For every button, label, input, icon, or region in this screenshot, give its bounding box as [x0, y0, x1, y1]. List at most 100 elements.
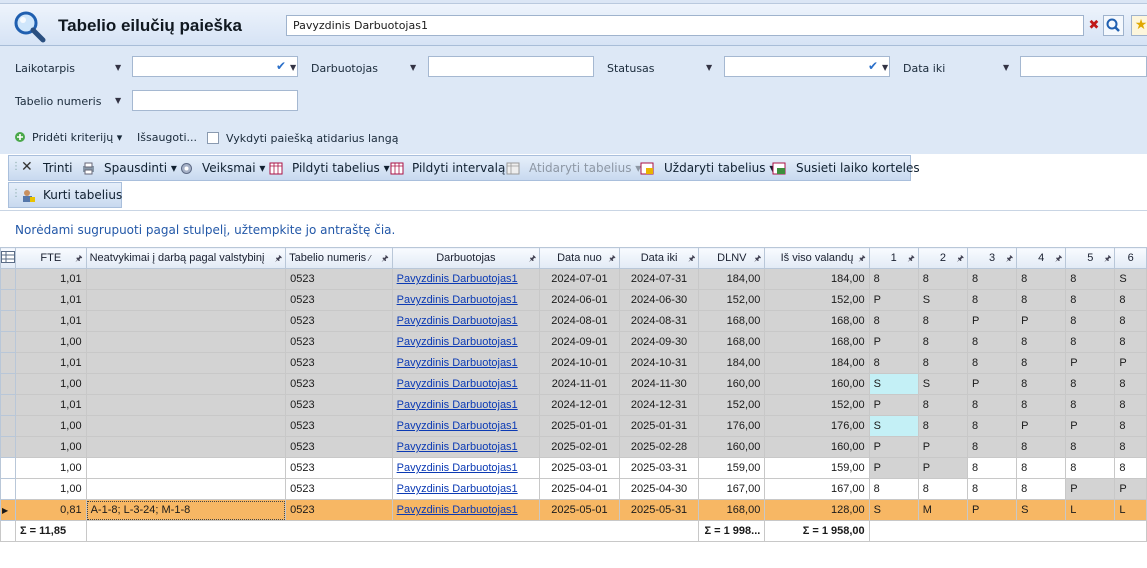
cell-employee[interactable]: Pavyzdinis Darbuotojas1 — [391, 457, 541, 479]
pin-icon[interactable]: 🖈 — [381, 253, 388, 267]
cell-day[interactable]: 8 — [1016, 436, 1067, 458]
link-time-cards-button[interactable]: Susieti laiko korteles — [796, 161, 920, 175]
date-to-input[interactable] — [1020, 56, 1147, 77]
cell-day[interactable]: 8 — [1065, 331, 1116, 353]
cell-day[interactable]: M — [917, 499, 968, 521]
create-timesheets-button[interactable]: Kurti tabelius — [43, 188, 122, 202]
group-by-panel[interactable]: Norėdami sugrupuoti pagal stulpelį, užte… — [0, 210, 1147, 247]
cell-day[interactable]: P — [1065, 415, 1116, 437]
cell-fte[interactable]: 1,00 — [15, 331, 87, 353]
cell-date-to[interactable]: 2025-01-31 — [618, 415, 700, 437]
status-input[interactable] — [724, 56, 890, 77]
cell-timesheet-number[interactable]: 0523 — [285, 499, 393, 521]
cell-employee[interactable]: Pavyzdinis Darbuotojas1 — [391, 331, 541, 353]
pin-icon[interactable]: 🖈 — [754, 253, 761, 267]
cell-date-from[interactable]: 2024-07-01 — [539, 268, 620, 290]
table-row[interactable]: 1,00 0523 Pavyzdinis Darbuotojas1 2025-0… — [0, 415, 1147, 437]
cell-day[interactable]: S — [1016, 499, 1067, 521]
cell-dlnv[interactable]: 176,00 — [698, 415, 766, 437]
cell-day[interactable]: 8 — [1114, 415, 1147, 437]
cell-day[interactable]: 8 — [917, 352, 968, 374]
cell-day[interactable]: 8 — [917, 415, 968, 437]
cell-day[interactable]: S — [1114, 268, 1147, 290]
cell-dlnv[interactable]: 152,00 — [698, 289, 766, 311]
cell-day[interactable]: 8 — [1065, 289, 1116, 311]
cell-date-to[interactable]: 2025-05-31 — [618, 499, 700, 521]
cell-day[interactable]: 8 — [966, 478, 1018, 500]
fill-interval-button[interactable]: Pildyti intervalą — [412, 161, 505, 175]
cell-timesheet-number[interactable]: 0523 — [285, 289, 393, 311]
cell-day[interactable]: S — [917, 373, 968, 395]
table-row[interactable]: 1,00 0523 Pavyzdinis Darbuotojas1 2024-0… — [0, 331, 1147, 353]
column-header-day-3[interactable]: 3 🖈 — [966, 247, 1018, 269]
cell-employee[interactable]: Pavyzdinis Darbuotojas1 — [391, 436, 541, 458]
cell-day[interactable]: P — [868, 331, 919, 353]
cell-total-hours[interactable]: 184,00 — [764, 268, 870, 290]
cell-fte[interactable]: 0,81 — [15, 499, 87, 521]
row-selector[interactable] — [0, 478, 16, 500]
cell-day[interactable]: P — [1114, 478, 1147, 500]
cell-day[interactable]: 8 — [1065, 436, 1116, 458]
cell-dlnv[interactable]: 152,00 — [698, 394, 766, 416]
cell-day[interactable]: 8 — [1065, 268, 1116, 290]
cell-absences[interactable] — [85, 478, 287, 500]
cell-day[interactable]: 8 — [1065, 310, 1116, 332]
cell-timesheet-number[interactable]: 0523 — [285, 415, 393, 437]
cell-day[interactable]: L — [1114, 499, 1147, 521]
cell-fte[interactable]: 1,01 — [15, 352, 87, 374]
pin-icon[interactable]: 🖈 — [608, 253, 615, 267]
cell-day[interactable]: 8 — [1016, 457, 1067, 479]
column-header-day-2[interactable]: 2 🖈 — [917, 247, 968, 269]
cell-absences[interactable] — [85, 457, 287, 479]
cell-dlnv[interactable]: 160,00 — [698, 436, 766, 458]
cell-day[interactable]: 8 — [868, 268, 919, 290]
cell-dlnv[interactable]: 168,00 — [698, 331, 766, 353]
table-row[interactable]: 1,01 0523 Pavyzdinis Darbuotojas1 2024-1… — [0, 352, 1147, 374]
row-selector[interactable] — [0, 289, 16, 311]
cell-date-from[interactable]: 2024-11-01 — [539, 373, 620, 395]
cell-total-hours[interactable]: 184,00 — [764, 352, 870, 374]
cell-day[interactable]: 8 — [1114, 310, 1147, 332]
cell-day[interactable]: 8 — [1114, 436, 1147, 458]
column-header-absences[interactable]: Neatvykimai į darbą pagal valstybinį 🖈 — [85, 247, 287, 269]
pin-icon[interactable]: 🖈 — [1055, 253, 1062, 267]
cell-total-hours[interactable]: 152,00 — [764, 289, 870, 311]
employee-link[interactable]: Pavyzdinis Darbuotojas1 — [397, 441, 518, 453]
cell-absences[interactable] — [85, 331, 287, 353]
table-row[interactable]: 1,00 0523 Pavyzdinis Darbuotojas1 2025-0… — [0, 436, 1147, 458]
pin-icon[interactable]: 🖈 — [688, 253, 695, 267]
cell-fte[interactable]: 1,00 — [15, 415, 87, 437]
employee-link[interactable]: Pavyzdinis Darbuotojas1 — [397, 294, 518, 306]
cell-day[interactable]: P — [917, 457, 968, 479]
cell-day[interactable]: S — [917, 289, 968, 311]
cell-dlnv[interactable]: 168,00 — [698, 310, 766, 332]
cell-day[interactable]: 8 — [1016, 373, 1067, 395]
cell-day[interactable]: P — [868, 394, 919, 416]
cell-date-from[interactable]: 2024-08-01 — [539, 310, 620, 332]
column-header-day-1[interactable]: 1 🖈 — [868, 247, 919, 269]
cell-employee[interactable]: Pavyzdinis Darbuotojas1 — [391, 352, 541, 374]
table-row[interactable]: 1,00 0523 Pavyzdinis Darbuotojas1 2024-1… — [0, 373, 1147, 395]
column-chooser-icon[interactable] — [0, 247, 16, 269]
cell-day[interactable]: P — [966, 310, 1018, 332]
cell-day[interactable]: 8 — [917, 268, 968, 290]
row-selector[interactable] — [0, 373, 16, 395]
cell-absences[interactable] — [85, 352, 287, 374]
cell-day[interactable]: S — [868, 415, 919, 437]
cell-date-to[interactable]: 2025-03-31 — [618, 457, 700, 479]
employee-link[interactable]: Pavyzdinis Darbuotojas1 — [397, 483, 518, 495]
clear-search-icon[interactable]: ✖ — [1086, 15, 1102, 36]
cell-fte[interactable]: 1,00 — [15, 457, 87, 479]
table-row-selected[interactable]: ▶ 0,81 A-1-8; L-3-24; M-1-8 0523 Pavyzdi… — [0, 499, 1147, 521]
cell-day[interactable]: 8 — [917, 331, 968, 353]
cell-day[interactable]: 8 — [966, 268, 1018, 290]
cell-day[interactable]: L — [1065, 499, 1116, 521]
chevron-down-icon[interactable]: ▼ — [706, 63, 712, 72]
cell-total-hours[interactable]: 167,00 — [764, 478, 870, 500]
cell-day[interactable]: 8 — [1114, 373, 1147, 395]
cell-dlnv[interactable]: 167,00 — [698, 478, 766, 500]
cell-date-from[interactable]: 2025-01-01 — [539, 415, 620, 437]
cell-fte[interactable]: 1,01 — [15, 394, 87, 416]
cell-dlnv[interactable]: 160,00 — [698, 373, 766, 395]
cell-dlnv[interactable]: 168,00 — [698, 499, 766, 521]
